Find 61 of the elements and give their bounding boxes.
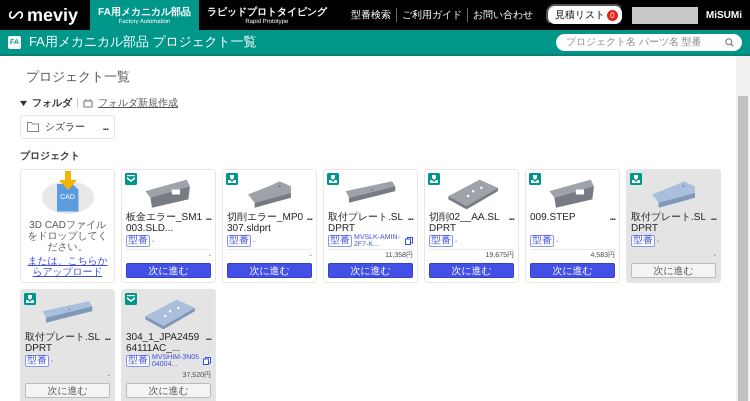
menu-dots[interactable]: ... <box>102 122 108 132</box>
page-title: プロジェクト一覧 <box>26 68 131 86</box>
search-field[interactable]: プロジェクト名 パーツ名 型番 <box>556 34 742 50</box>
header-link[interactable]: お問い合わせ <box>466 8 538 22</box>
project-name: 板金エラー_SM1003.SLD... <box>126 212 204 234</box>
menu-dots[interactable]: ... <box>206 212 211 223</box>
logo[interactable]: meviy <box>0 0 90 30</box>
mill-icon <box>428 173 440 185</box>
brand-logo: MiSUMi <box>706 10 742 20</box>
next-button[interactable]: 次に進む <box>429 263 514 278</box>
bend-icon <box>125 293 137 305</box>
part-tag: 型番 <box>25 355 49 367</box>
drop-message: 3D CADファイルをドロップしてください。 <box>26 220 108 253</box>
header-link[interactable]: 型番検索 <box>346 8 396 22</box>
next-button[interactable]: 次に進む <box>227 263 312 278</box>
project-name: 取付プレート.SLDPRT <box>25 332 102 354</box>
project-name: 取付プレート.SLDPRT <box>328 212 404 234</box>
next-button[interactable]: 次に進む <box>328 263 413 278</box>
project-name: 009.STEP <box>530 212 577 223</box>
mill-icon <box>327 173 339 185</box>
project-name: 切削02__AA.SLDPRT <box>429 212 501 234</box>
folder-card[interactable]: シズラー ... <box>20 115 115 139</box>
menu-dots[interactable]: ... <box>306 212 312 223</box>
caret-icon[interactable] <box>20 100 27 106</box>
search-icon[interactable] <box>725 38 734 46</box>
loop-icon <box>8 10 24 20</box>
folder-plus-icon[interactable] <box>83 98 93 108</box>
part-tag: 型番 <box>530 235 554 247</box>
part-tag: 型番 <box>429 235 453 247</box>
down-arrow-icon <box>58 171 78 191</box>
mill-icon <box>24 293 36 305</box>
project-name: 切削エラー_MP0307.sldprt <box>227 212 304 234</box>
new-folder-link[interactable]: フォルダ新規作成 <box>98 96 178 110</box>
scrollbar[interactable] <box>736 56 750 401</box>
next-button[interactable]: 次に進む <box>530 263 615 278</box>
part-tag: 型番 <box>227 235 251 247</box>
upload-link[interactable]: または、こちらからアップロード <box>25 256 110 278</box>
section-heading: プロジェクト <box>20 149 81 163</box>
part-tag: 型番 <box>328 235 352 247</box>
copy-icon[interactable] <box>405 237 413 245</box>
project-name: 304_1_JPA245964111AC_... <box>126 332 200 354</box>
mill-icon <box>630 173 642 185</box>
mill-icon <box>226 173 238 185</box>
menu-dots[interactable]: ... <box>508 212 514 223</box>
menu-dots[interactable]: ... <box>610 212 615 223</box>
account-placeholder <box>632 6 698 24</box>
count-badge: 0 <box>606 10 618 20</box>
folder-icon <box>27 122 39 132</box>
page-header-title: FA用メカニカル部品 プロジェクト一覧 <box>28 33 256 51</box>
folder-name: シズラー <box>45 121 86 134</box>
part-tag: 型番 <box>631 235 655 247</box>
mill-icon <box>529 173 541 185</box>
next-button[interactable]: 次に進む <box>126 263 211 278</box>
bend-icon <box>125 173 137 185</box>
part-tag: 型番 <box>126 235 150 247</box>
header-link[interactable]: ご利用ガイド <box>396 8 467 22</box>
menu-dots[interactable]: ... <box>408 212 413 223</box>
section-heading: フォルダ <box>32 96 72 110</box>
part-tag: 型番 <box>126 355 150 367</box>
project-name: 取付プレート.SLDPRT <box>631 212 708 234</box>
quote-list-button[interactable]: 見積リスト 0 <box>546 4 624 26</box>
